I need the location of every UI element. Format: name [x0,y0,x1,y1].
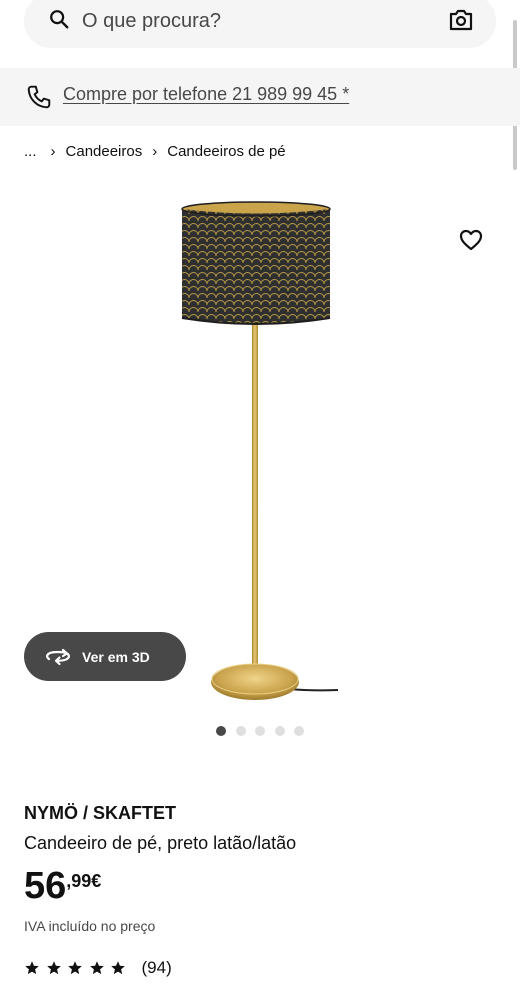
rotate-3d-icon [46,648,70,665]
price-decimal: ,99€ [66,871,102,891]
search-icon [50,10,69,29]
star-icon [46,961,61,975]
vat-note: IVA incluído no preço [24,918,156,934]
breadcrumb-separator: › [152,143,158,160]
image-carousel-dots [216,726,314,736]
carousel-dot[interactable] [235,726,246,736]
star-icon [68,961,82,975]
phone-order-link[interactable]: Compre por telefone 21 989 99 45 * [63,84,349,105]
star-icon [111,961,125,975]
breadcrumb-item-candeeiros[interactable]: Candeeiros [66,143,143,160]
phone-order-bar: Compre por telefone 21 989 99 45 * [0,68,520,126]
review-count[interactable]: (94) [142,958,172,978]
rating-stars [24,960,132,976]
camera-icon[interactable] [448,8,474,32]
breadcrumb: ... › Candeeiros › Candeeiros de pé [24,143,286,160]
breadcrumb-ellipsis[interactable]: ... [24,143,37,160]
breadcrumb-separator: › [50,143,56,160]
phone-icon [27,85,51,109]
view-3d-button[interactable]: Ver em 3D [24,632,186,681]
search-bar[interactable] [24,0,496,48]
price-integer: 56 [24,865,67,907]
star-icon [89,961,104,975]
star-icon [25,961,39,975]
carousel-dot[interactable] [274,726,285,736]
carousel-dot[interactable] [294,726,304,736]
carousel-dot[interactable] [216,726,226,736]
breadcrumb-item-candeeiros-de-pe[interactable]: Candeeiros de pé [167,143,285,160]
carousel-dot[interactable] [255,726,265,736]
search-input[interactable] [82,6,422,36]
view-3d-label: Ver em 3D [82,648,150,665]
product-rating[interactable]: (94) [24,958,172,978]
product-description: Candeeiro de pé, preto latão/latão [24,833,297,853]
product-price: 56 ,99€ [24,866,101,906]
heart-icon[interactable] [459,229,483,251]
product-name: NYMÖ / SKAFTET [24,803,176,823]
